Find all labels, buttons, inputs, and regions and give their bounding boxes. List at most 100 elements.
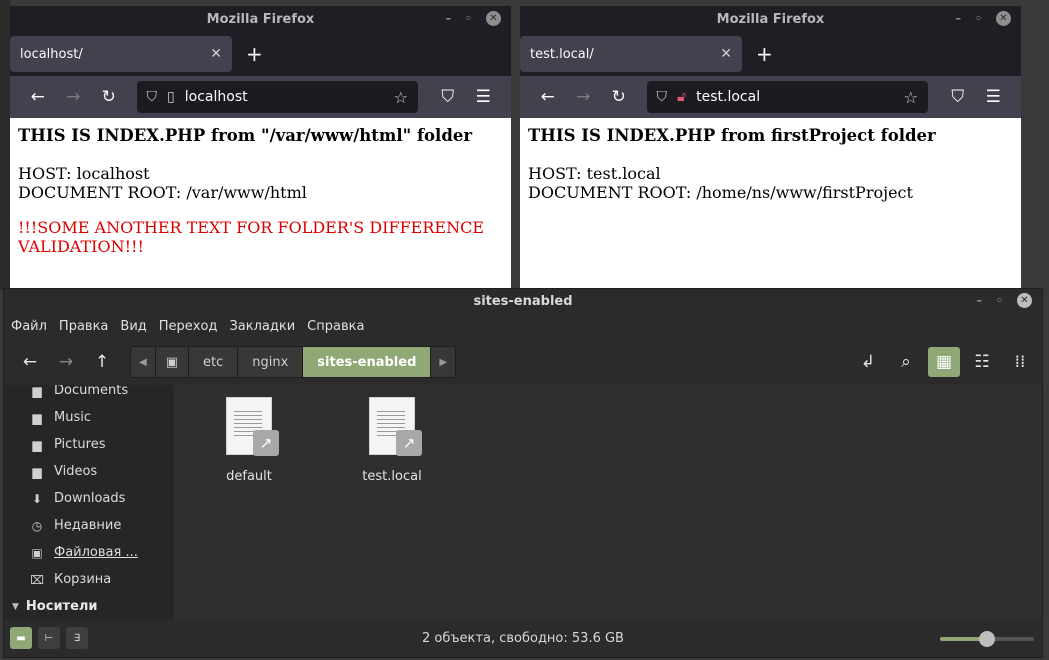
new-tab-icon[interactable]: + bbox=[246, 42, 263, 66]
tab-bar: localhost/ ✕ + bbox=[10, 32, 511, 76]
bookmark-star-icon[interactable]: ☆ bbox=[904, 88, 918, 107]
page-icon: ▯ bbox=[167, 89, 175, 105]
menu-icon[interactable]: ☰ bbox=[975, 87, 1011, 107]
shield-icon[interactable]: ⛉ bbox=[147, 89, 158, 105]
sidebar-item-videos[interactable]: ▆ Videos bbox=[4, 458, 174, 485]
show-tree-icon[interactable]: ⊢ bbox=[38, 627, 60, 649]
breadcrumb-left-arrow-icon[interactable]: ◀ bbox=[131, 347, 156, 377]
breadcrumb-right-arrow-icon[interactable]: ▶ bbox=[431, 347, 455, 377]
nav-toolbar: ← → ↻ ⛉ 🔓︎ test.local ☆ ⛉ ☰ bbox=[520, 76, 1021, 118]
menu-icon[interactable]: ☰ bbox=[465, 87, 501, 107]
sidebar-section-devices[interactable]: ▼ Носители bbox=[4, 593, 174, 620]
menu-bookmarks[interactable]: Закладки bbox=[229, 319, 303, 334]
toggle-location-icon[interactable]: ↲ bbox=[852, 352, 884, 372]
window-titlebar: Mozilla Firefox – ◦ ✕ bbox=[10, 6, 511, 32]
menu-view[interactable]: Вид bbox=[120, 319, 154, 334]
zoom-slider-handle[interactable] bbox=[979, 631, 995, 647]
close-tab-icon[interactable]: ✕ bbox=[720, 46, 732, 62]
root-drive-icon[interactable]: ▣ bbox=[156, 347, 189, 377]
window-title: sites-enabled bbox=[473, 293, 573, 309]
up-icon[interactable]: ↑ bbox=[84, 352, 120, 372]
show-places-icon[interactable]: ▬ bbox=[10, 627, 32, 649]
page-heading: THIS IS INDEX.PHP from "/var/www/html" f… bbox=[18, 126, 473, 145]
forward-icon[interactable]: → bbox=[48, 352, 84, 372]
forward-icon[interactable]: → bbox=[566, 87, 602, 107]
file-item-test-local[interactable]: ↗ test.local bbox=[347, 397, 437, 484]
page-content: THIS IS INDEX.PHP from firstProject fold… bbox=[520, 118, 1021, 288]
back-icon[interactable]: ← bbox=[20, 87, 56, 107]
sidebar: ▆ Documents ▆ Music ▆ Pictures ▆ Videos … bbox=[4, 385, 174, 621]
forward-icon[interactable]: → bbox=[56, 87, 92, 107]
hide-sidebar-icon[interactable]: ∃ bbox=[66, 627, 88, 649]
menu-edit[interactable]: Правка bbox=[59, 319, 116, 334]
sidebar-item-label: Documents bbox=[54, 385, 129, 398]
file-item-default[interactable]: ↗ default bbox=[204, 397, 294, 484]
tab-bar: test.local/ ✕ + bbox=[520, 32, 1021, 76]
menu-file[interactable]: Файл bbox=[11, 319, 55, 334]
menu-go[interactable]: Переход bbox=[159, 319, 226, 334]
browser-tab[interactable]: localhost/ ✕ bbox=[10, 36, 232, 72]
maximize-icon[interactable]: ◦ bbox=[975, 12, 982, 25]
icon-view-icon[interactable]: ▦ bbox=[928, 347, 960, 377]
insecure-lock-icon[interactable]: 🔓︎ bbox=[677, 89, 686, 105]
trash-icon: ⌧ bbox=[30, 572, 44, 587]
folder-icon: ▆ bbox=[32, 410, 42, 425]
maximize-icon[interactable]: ◦ bbox=[465, 12, 472, 25]
breadcrumb-etc[interactable]: etc bbox=[189, 347, 239, 377]
close-icon[interactable]: ✕ bbox=[996, 11, 1011, 26]
tab-label: test.local/ bbox=[530, 46, 594, 62]
back-icon[interactable]: ← bbox=[12, 352, 48, 372]
minimize-icon[interactable]: – bbox=[445, 12, 451, 25]
breadcrumb-sites-enabled[interactable]: sites-enabled bbox=[303, 347, 432, 377]
pocket-icon[interactable]: ⛉ bbox=[430, 87, 466, 107]
zoom-slider[interactable] bbox=[940, 631, 1034, 647]
pocket-icon[interactable]: ⛉ bbox=[940, 87, 976, 107]
list-view-icon[interactable]: ☷ bbox=[966, 352, 998, 372]
sidebar-item-trash[interactable]: ⌧ Корзина bbox=[4, 566, 174, 593]
new-tab-icon[interactable]: + bbox=[756, 42, 773, 66]
sidebar-item-label: Music bbox=[54, 410, 91, 425]
minimize-icon[interactable]: – bbox=[955, 12, 961, 25]
sidebar-item-label: Pictures bbox=[54, 437, 106, 452]
url-text[interactable]: localhost bbox=[185, 89, 248, 105]
close-icon[interactable]: ✕ bbox=[486, 11, 501, 26]
close-icon[interactable]: ✕ bbox=[1017, 293, 1032, 308]
folder-icon: ▆ bbox=[32, 464, 42, 479]
desktop-background bbox=[0, 0, 10, 290]
download-icon: ⬇ bbox=[31, 491, 43, 506]
firefox-window-localhost: Mozilla Firefox – ◦ ✕ localhost/ ✕ + ← →… bbox=[10, 6, 511, 288]
window-titlebar: Mozilla Firefox – ◦ ✕ bbox=[520, 6, 1021, 32]
back-icon[interactable]: ← bbox=[530, 87, 566, 107]
sidebar-item-pictures[interactable]: ▆ Pictures bbox=[4, 431, 174, 458]
text-file-icon: ↗ bbox=[369, 397, 422, 456]
menu-help[interactable]: Справка bbox=[307, 319, 372, 334]
sidebar-item-label: Недавние bbox=[54, 518, 122, 533]
search-icon[interactable]: ⌕ bbox=[890, 352, 922, 372]
sidebar-item-recent[interactable]: ◷ Недавние bbox=[4, 512, 174, 539]
sidebar-section-label: Носители bbox=[25, 599, 98, 614]
maximize-icon[interactable]: ◦ bbox=[996, 294, 1003, 307]
window-controls: – ◦ ✕ bbox=[955, 11, 1011, 26]
url-text[interactable]: test.local bbox=[696, 89, 760, 105]
text-file-icon: ↗ bbox=[226, 397, 279, 456]
sidebar-item-music[interactable]: ▆ Music bbox=[4, 404, 174, 431]
chevron-down-icon[interactable]: ▼ bbox=[12, 602, 19, 612]
sidebar-item-filesystem[interactable]: ▣ Файловая ... bbox=[4, 539, 174, 566]
minimize-icon[interactable]: – bbox=[976, 294, 982, 307]
symlink-arrow-icon: ↗ bbox=[253, 430, 279, 456]
page-heading: THIS IS INDEX.PHP from firstProject fold… bbox=[528, 126, 936, 145]
breadcrumb-nginx[interactable]: nginx bbox=[238, 347, 304, 377]
url-bar[interactable]: ⛉ ▯ localhost ☆ bbox=[136, 81, 418, 113]
sidebar-item-downloads[interactable]: ⬇ Downloads bbox=[4, 485, 174, 512]
reload-icon[interactable]: ↻ bbox=[601, 87, 637, 107]
status-text: 2 объекта, свободно: 53.6 GB bbox=[422, 630, 624, 646]
drive-icon: ▣ bbox=[31, 545, 43, 560]
browser-tab[interactable]: test.local/ ✕ bbox=[520, 36, 742, 72]
sidebar-item-documents[interactable]: ▆ Documents bbox=[4, 385, 174, 404]
reload-icon[interactable]: ↻ bbox=[91, 87, 127, 107]
bookmark-star-icon[interactable]: ☆ bbox=[394, 88, 408, 107]
url-bar[interactable]: ⛉ 🔓︎ test.local ☆ bbox=[646, 81, 928, 113]
compact-view-icon[interactable]: ⁞⁞ bbox=[1004, 352, 1036, 372]
shield-icon[interactable]: ⛉ bbox=[657, 89, 668, 105]
close-tab-icon[interactable]: ✕ bbox=[210, 46, 222, 62]
